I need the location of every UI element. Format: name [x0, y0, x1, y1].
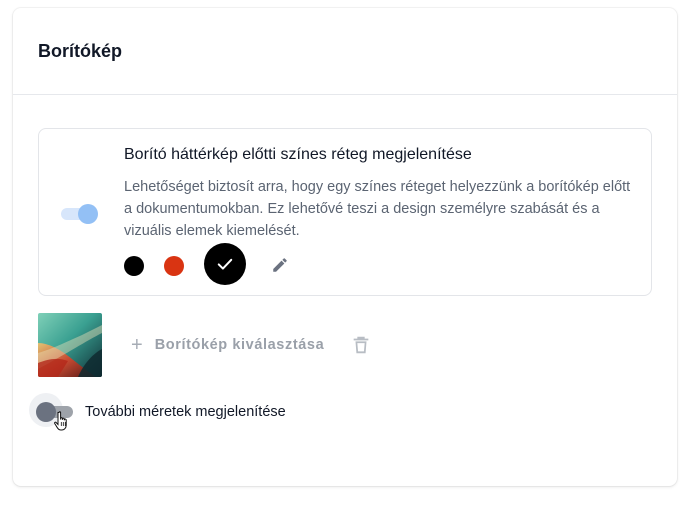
abstract-painting-image — [38, 313, 102, 377]
select-cover-label: Borítókép kiválasztása — [154, 337, 325, 353]
color-swatch-black[interactable] — [124, 256, 144, 276]
overlay-settings-box: Borító háttérkép előtti színes réteg meg… — [38, 128, 652, 296]
pencil-icon — [273, 258, 287, 272]
select-cover-button[interactable]: + Borítókép kiválasztása — [131, 332, 324, 358]
check-icon — [217, 258, 233, 270]
card-header: Borítókép — [13, 8, 677, 95]
overlay-toggle[interactable] — [61, 204, 98, 224]
hand-pointer-icon — [54, 411, 67, 431]
color-swatch-selected[interactable] — [204, 243, 246, 285]
cover-image-card: Borítókép Borító háttérkép előtti színes… — [13, 8, 677, 486]
cover-thumbnail[interactable] — [38, 313, 102, 377]
card-title: Borítókép — [38, 40, 123, 61]
edit-color-button[interactable] — [270, 255, 290, 275]
trash-icon — [353, 336, 369, 354]
overlay-title: Borító háttérkép előtti színes réteg meg… — [124, 146, 472, 163]
plus-icon: + — [131, 334, 143, 356]
more-sizes-label: További méretek megjelenítése — [85, 404, 286, 420]
delete-cover-button[interactable] — [350, 334, 372, 356]
color-swatch-red[interactable] — [164, 256, 184, 276]
overlay-description: Lehetőséget biztosít arra, hogy egy szín… — [124, 179, 631, 239]
overlay-toggle-knob — [78, 204, 98, 224]
more-sizes-toggle[interactable] — [29, 393, 76, 431]
